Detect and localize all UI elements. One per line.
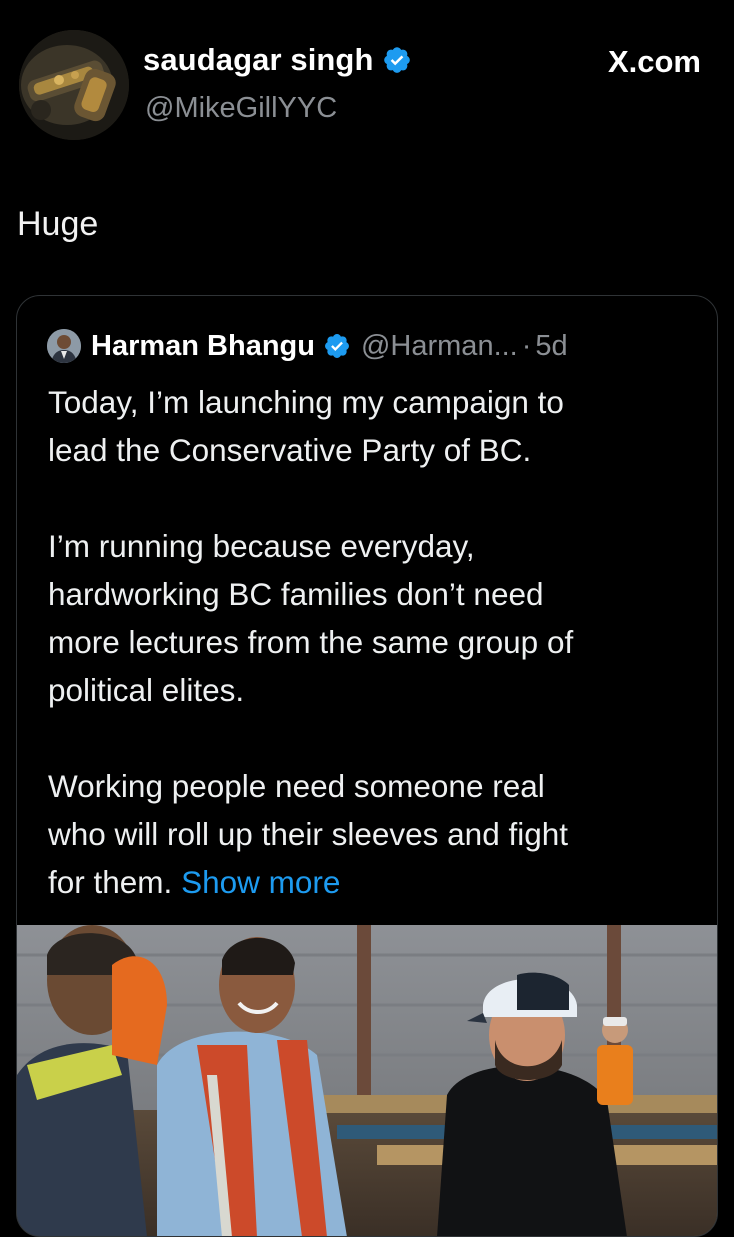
quoted-timestamp[interactable]: 5d (535, 330, 567, 363)
quoted-text-line: hardworking BC families don’t need (48, 576, 544, 612)
quoted-author-handle[interactable]: @Harman... (361, 330, 518, 363)
quoted-text-line: more lectures from the same group of (48, 624, 574, 660)
author-avatar[interactable] (19, 30, 129, 140)
author-name[interactable]: saudagar singh (143, 42, 374, 78)
post-header: saudagar singh @MikeGillYYC X.com (0, 0, 734, 170)
quoted-text-tail: for them. (48, 864, 173, 900)
quoted-text-line: Working people need someone real (48, 768, 545, 804)
quoted-author-avatar[interactable] (47, 329, 81, 363)
quoted-post-media[interactable] (17, 925, 717, 1236)
author-name-row[interactable]: saudagar singh (143, 40, 412, 80)
quoted-text-spacer (48, 474, 698, 522)
quoted-post-card[interactable]: Harman Bhangu @Harman... · 5d Today, I’m… (16, 295, 718, 1237)
quoted-text-spacer (48, 714, 698, 762)
show-more-link[interactable]: Show more (181, 864, 340, 900)
post-text: Huge (17, 205, 99, 243)
quoted-avatar-image-icon (47, 329, 81, 363)
quoted-text-line: lead the Conservative Party of BC. (48, 432, 532, 468)
quoted-verified-badge-icon (325, 334, 349, 358)
author-handle[interactable]: @MikeGillYYC (145, 92, 337, 125)
quoted-text-line: I’m running because everyday, (48, 528, 475, 564)
quoted-text-line: who will roll up their sleeves and fight (48, 816, 569, 852)
verified-badge-icon (383, 47, 410, 73)
quoted-post-header: Harman Bhangu @Harman... · 5d (47, 326, 568, 366)
avatar-image-icon (19, 30, 129, 140)
quoted-separator: · (521, 329, 532, 362)
quoted-text-last-line: for them. Show more (48, 858, 698, 906)
quoted-text-line: Today, I’m launching my campaign to (48, 384, 564, 420)
site-label: X.com (607, 44, 701, 79)
quoted-post-text: Today, I’m launching my campaign to lead… (48, 378, 698, 906)
quoted-author-name[interactable]: Harman Bhangu (91, 330, 315, 363)
media-photo-icon (17, 925, 717, 1236)
quoted-text-line: political elites. (48, 672, 245, 708)
